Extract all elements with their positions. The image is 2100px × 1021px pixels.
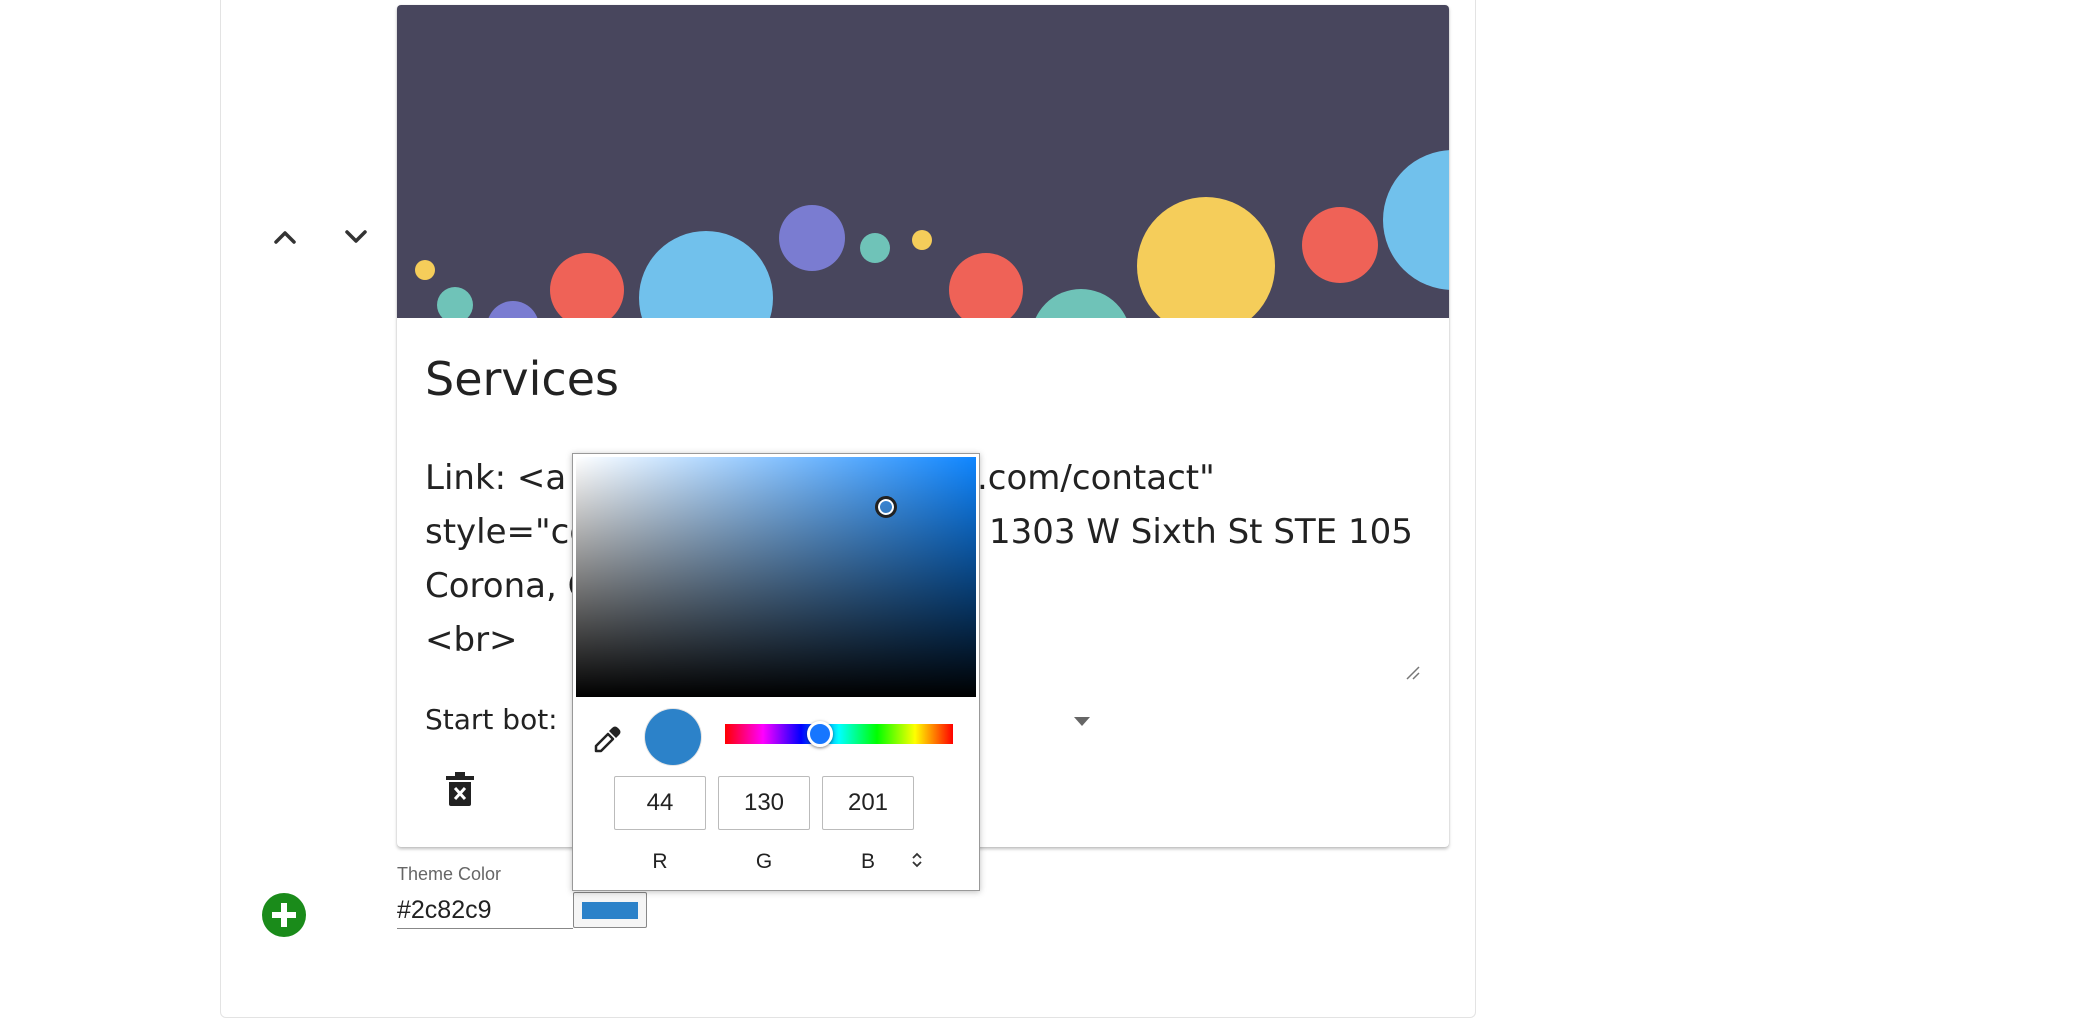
saturation-value-area[interactable]	[576, 457, 976, 697]
chevron-down-icon[interactable]	[341, 226, 371, 248]
green-input[interactable]	[718, 776, 810, 830]
body-text-line[interactable]: style="co	[425, 512, 590, 552]
unfold-icon[interactable]	[910, 850, 924, 870]
saturation-value-handle[interactable]	[875, 496, 897, 518]
card-title: Services	[425, 352, 619, 406]
resize-handle-icon[interactable]	[1405, 665, 1421, 681]
body-text-line[interactable]: Corona, C	[425, 566, 591, 606]
color-swatch-button[interactable]	[573, 892, 647, 928]
color-swatch	[582, 902, 638, 919]
hue-slider[interactable]	[725, 724, 953, 744]
body-text-line[interactable]: <br>	[425, 620, 518, 660]
start-bot-label: Start bot:	[425, 703, 558, 736]
eyedropper-icon[interactable]	[593, 724, 623, 754]
color-picker-popover: R G B	[572, 453, 980, 891]
theme-color-input[interactable]	[397, 892, 573, 929]
banner-image	[397, 5, 1449, 318]
color-preview	[645, 709, 701, 765]
blue-label: B	[860, 850, 875, 873]
red-input[interactable]	[614, 776, 706, 830]
red-label: R	[652, 850, 668, 873]
chevron-up-icon[interactable]	[270, 226, 300, 248]
blue-input[interactable]	[822, 776, 914, 830]
theme-color-label: Theme Color	[397, 864, 502, 884]
body-text-line[interactable]: .com/contact"	[977, 458, 1215, 498]
hue-slider-handle[interactable]	[807, 721, 833, 747]
plus-icon	[272, 903, 296, 927]
green-label: G	[755, 850, 773, 873]
dropdown-caret-icon[interactable]	[1074, 717, 1090, 726]
body-text-line[interactable]: 1303 W Sixth St STE 105	[989, 512, 1413, 552]
trash-icon[interactable]	[445, 771, 475, 807]
add-section-button[interactable]	[262, 893, 306, 937]
